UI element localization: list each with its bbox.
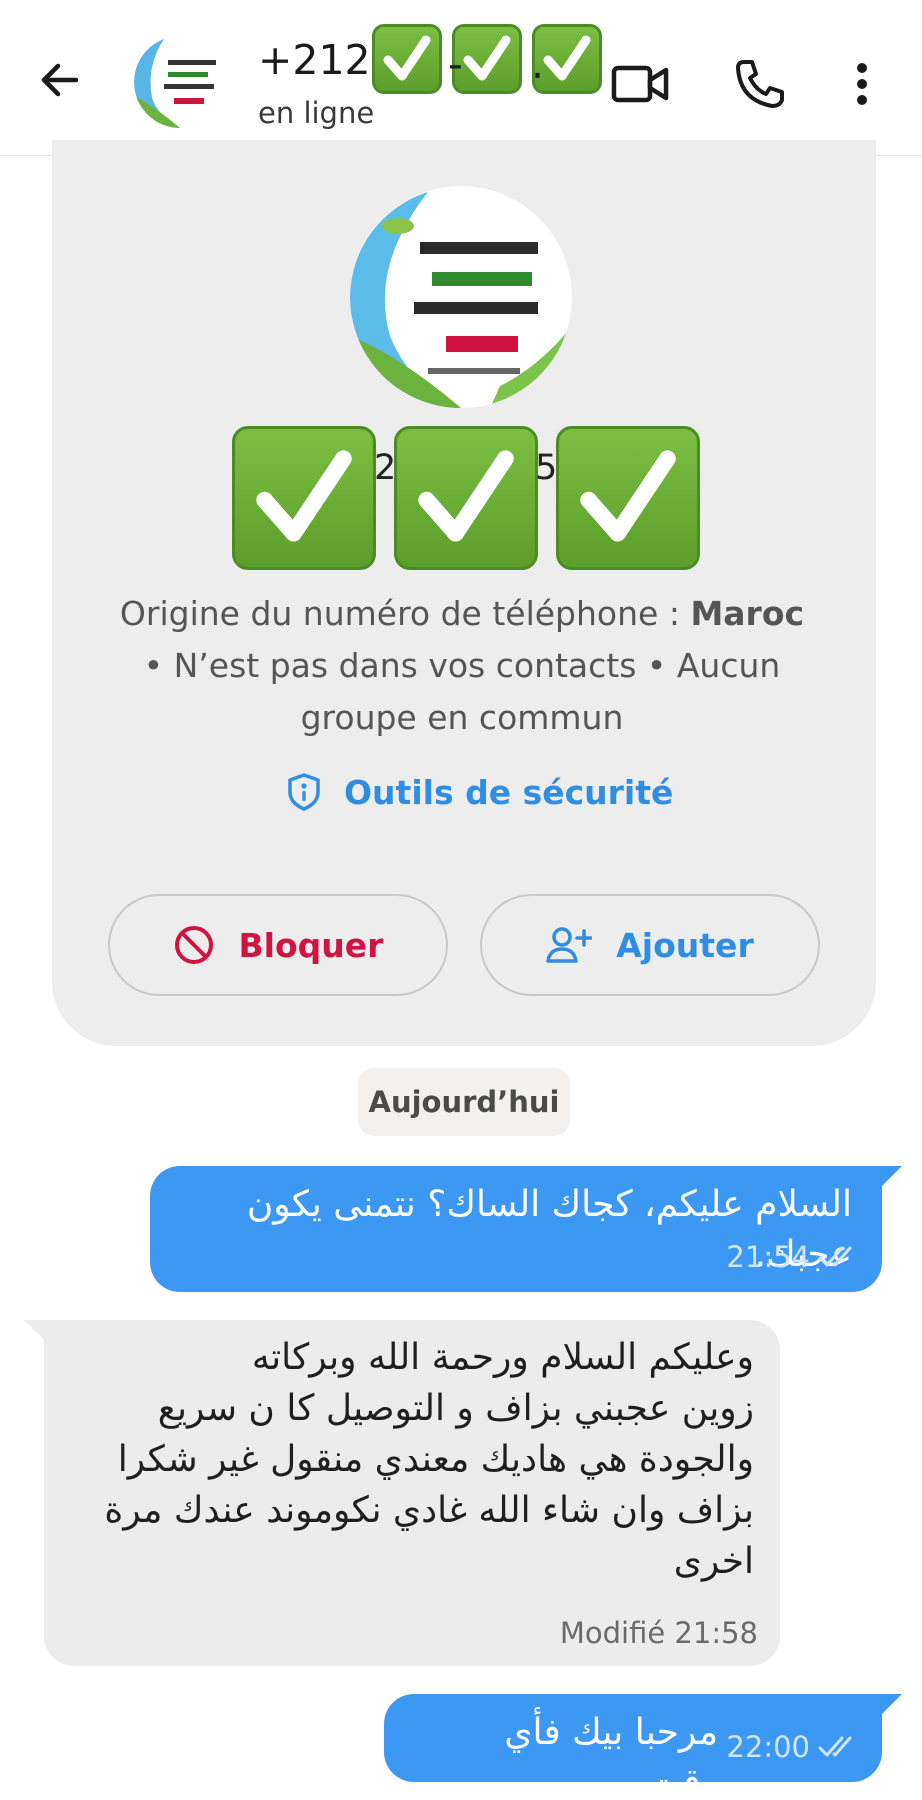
shield-icon xyxy=(288,773,320,811)
message-text: وعليكم السلام ورحمة الله وبركاته زوين عج… xyxy=(104,1337,754,1582)
origin-country: Maroc xyxy=(690,594,805,633)
bubble-tail xyxy=(880,1166,902,1188)
message-bubble-incoming[interactable]: وعليكم السلام ورحمة الله وبركاته زوين عج… xyxy=(24,1320,780,1666)
contact-profile-photo[interactable] xyxy=(350,186,572,408)
check-mark-emoji-icon xyxy=(232,426,376,570)
message-text: مرحبا بيك فأي وقت. xyxy=(504,1712,718,1800)
online-status: en ligne xyxy=(258,96,375,130)
double-check-icon xyxy=(818,1736,852,1757)
video-call-icon[interactable] xyxy=(610,56,670,112)
message-bubble-outgoing[interactable]: مرحبا بيك فأي وقت. 22:00 xyxy=(384,1694,902,1800)
message-meta: 21:54 xyxy=(726,1232,860,1282)
phone-tail: . xyxy=(531,40,545,88)
phone-icon[interactable] xyxy=(730,56,790,112)
contact-avatar[interactable] xyxy=(134,36,226,128)
check-mark-emoji-icon xyxy=(372,24,442,94)
number-digit: 2 xyxy=(374,448,397,488)
chat-header: +212 ( - . en ligne xyxy=(0,0,922,156)
number-origin-info: Origine du numéro de téléphone : Maroc •… xyxy=(112,588,812,744)
add-label: Ajouter xyxy=(616,925,754,965)
bubble-tail xyxy=(880,1694,902,1716)
check-mark-emoji-icon xyxy=(394,426,538,570)
block-label: Bloquer xyxy=(238,925,384,965)
message-meta: Modifié 21:58 xyxy=(560,1608,758,1658)
origin-label: Origine du numéro de téléphone : xyxy=(119,594,691,633)
back-arrow-icon[interactable] xyxy=(36,56,84,104)
number-digit: 5 xyxy=(535,448,558,488)
more-vert-icon[interactable] xyxy=(842,56,882,112)
message-time: Modifié 21:58 xyxy=(559,1616,758,1650)
redacted-number-large xyxy=(232,426,702,572)
security-tools-label: Outils de sécurité xyxy=(344,772,674,812)
contact-status-text: • N’est pas dans vos contacts • Aucun gr… xyxy=(143,646,781,737)
date-separator: Aujourd’hui xyxy=(358,1068,570,1136)
double-check-icon xyxy=(818,1246,852,1267)
security-tools-link[interactable]: Outils de sécurité xyxy=(286,772,673,812)
block-button[interactable]: Bloquer xyxy=(108,894,448,996)
phone-separator: - xyxy=(448,40,463,88)
bubble-tail xyxy=(24,1320,46,1342)
check-mark-emoji-icon xyxy=(556,426,700,570)
message-time: 22:00 xyxy=(726,1730,810,1764)
message-meta: 22:00 xyxy=(726,1722,860,1772)
block-icon xyxy=(174,926,213,964)
add-person-icon xyxy=(546,927,593,963)
add-contact-button[interactable]: Ajouter xyxy=(480,894,820,996)
message-bubble-outgoing[interactable]: السلام عليكم، كجاك الساك؟ نتمنى يكون عجب… xyxy=(150,1166,902,1292)
redacted-number-checks xyxy=(372,24,602,94)
message-time: 21:54 xyxy=(726,1240,810,1274)
